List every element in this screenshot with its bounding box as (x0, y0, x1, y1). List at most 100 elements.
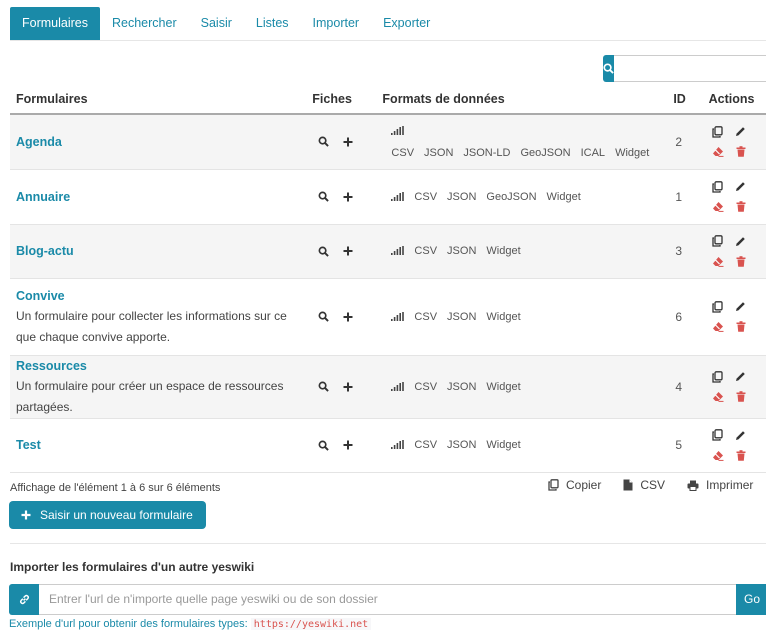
format-csv[interactable]: CSV (414, 245, 437, 257)
eraser-icon[interactable] (712, 256, 724, 267)
trash-icon[interactable] (736, 146, 746, 158)
view-entries-button[interactable] (318, 246, 330, 257)
duplicate-icon[interactable] (712, 429, 723, 441)
pencil-icon[interactable] (735, 181, 746, 192)
format-csv[interactable]: CSV (414, 381, 437, 393)
plus-icon (343, 246, 353, 256)
format-json-ld[interactable]: JSON-LD (463, 147, 510, 159)
format-csv[interactable]: CSV (414, 439, 437, 451)
form-name-link[interactable]: Agenda (16, 132, 305, 152)
cell-id: 2 (665, 114, 700, 170)
format-widget[interactable]: Widget (486, 245, 520, 257)
search-icon (318, 440, 330, 451)
pencil-icon[interactable] (735, 430, 746, 441)
format-widget[interactable]: Widget (547, 191, 581, 203)
eraser-icon[interactable] (712, 321, 724, 332)
cell-fiches (305, 224, 383, 279)
duplicate-icon[interactable] (712, 180, 723, 193)
export-buttons: Copier CSV Imprimer (548, 478, 753, 492)
form-name-link[interactable]: Ressources (16, 356, 305, 376)
format-geojson[interactable]: GeoJSON (486, 191, 536, 203)
format-geojson[interactable]: GeoJSON (520, 147, 570, 159)
format-ical[interactable]: ICAL (581, 147, 605, 159)
pencil-icon[interactable] (735, 371, 746, 382)
file-icon (623, 479, 633, 491)
add-entry-button[interactable] (343, 192, 353, 202)
view-entries-button[interactable] (318, 311, 330, 322)
format-json[interactable]: JSON (447, 439, 476, 451)
add-entry-button[interactable] (343, 137, 353, 147)
tab-formulaires[interactable]: Formulaires (10, 7, 100, 41)
eraser-icon[interactable] (712, 391, 724, 402)
format-widget[interactable]: Widget (615, 147, 649, 159)
signal-icon (391, 191, 405, 201)
add-entry-button[interactable] (343, 312, 353, 322)
new-form-button[interactable]: Saisir un nouveau formulaire (9, 501, 206, 529)
format-csv[interactable]: CSV (414, 191, 437, 203)
col-header-formulaires[interactable]: Formulaires (10, 85, 306, 115)
table-row: Convive Un formulaire pour collecter les … (10, 278, 766, 356)
search-button[interactable] (603, 55, 614, 82)
go-button[interactable]: Go (736, 584, 766, 615)
add-entry-button[interactable] (343, 246, 353, 256)
trash-icon[interactable] (736, 255, 746, 267)
format-widget[interactable]: Widget (486, 381, 520, 393)
cell-name: Test (10, 418, 306, 473)
search-input[interactable] (614, 55, 766, 82)
tab-exporter[interactable]: Exporter (371, 7, 442, 41)
tab-rechercher[interactable]: Rechercher (100, 7, 189, 41)
trash-icon[interactable] (736, 391, 746, 402)
print-icon (687, 480, 699, 491)
view-entries-button[interactable] (318, 440, 330, 451)
form-name-link[interactable]: Test (16, 435, 305, 455)
tab-listes[interactable]: Listes (244, 7, 301, 41)
eraser-icon[interactable] (712, 450, 724, 461)
col-header-id[interactable]: ID (665, 85, 700, 115)
duplicate-icon[interactable] (712, 235, 723, 247)
duplicate-icon[interactable] (712, 300, 723, 313)
trash-icon[interactable] (736, 321, 746, 332)
format-csv[interactable]: CSV (414, 311, 437, 323)
form-name-link[interactable]: Annuaire (16, 187, 305, 207)
form-id: 1 (675, 189, 682, 204)
pencil-icon[interactable] (735, 301, 746, 312)
pencil-icon[interactable] (735, 126, 746, 137)
add-entry-button[interactable] (343, 440, 353, 450)
cell-formats: CSV JSON Widget (382, 418, 666, 473)
format-json[interactable]: JSON (447, 311, 476, 323)
trash-icon[interactable] (736, 201, 746, 212)
copy-button[interactable]: Copier (548, 478, 601, 492)
import-url-input[interactable]: Entrer l'url de n'importe quelle page ye… (39, 584, 736, 615)
cell-id: 1 (665, 169, 700, 225)
view-entries-button[interactable] (318, 136, 330, 148)
form-name-link[interactable]: Blog-actu (16, 241, 305, 261)
csv-button[interactable]: CSV (623, 478, 665, 492)
add-entry-button[interactable] (343, 382, 353, 392)
col-header-fiches[interactable]: Fiches (305, 85, 383, 115)
view-entries-button[interactable] (318, 191, 330, 202)
duplicate-icon[interactable] (712, 370, 723, 383)
tab-saisir[interactable]: Saisir (189, 7, 244, 41)
col-header-formats[interactable]: Formats de données (382, 85, 666, 115)
view-entries-button[interactable] (318, 381, 330, 392)
tab-importer[interactable]: Importer (301, 7, 372, 41)
format-json[interactable]: JSON (447, 245, 476, 257)
format-csv[interactable]: CSV (391, 147, 414, 159)
duplicate-icon[interactable] (712, 125, 723, 138)
cell-id: 3 (665, 224, 700, 279)
pencil-icon[interactable] (735, 236, 746, 247)
eraser-icon[interactable] (712, 201, 724, 212)
eraser-icon[interactable] (712, 146, 724, 158)
format-json[interactable]: JSON (447, 191, 476, 203)
format-json[interactable]: JSON (424, 147, 453, 159)
format-widget[interactable]: Widget (486, 439, 520, 451)
print-label: Imprimer (706, 478, 754, 492)
print-button[interactable]: Imprimer (687, 478, 753, 492)
trash-icon[interactable] (736, 449, 746, 461)
copy-label: Copier (566, 478, 602, 492)
form-name-link[interactable]: Convive (16, 286, 305, 306)
example-url: https://yeswiki.net (250, 618, 372, 630)
format-widget[interactable]: Widget (486, 311, 520, 323)
plus-icon (343, 312, 353, 321)
format-json[interactable]: JSON (447, 381, 476, 393)
